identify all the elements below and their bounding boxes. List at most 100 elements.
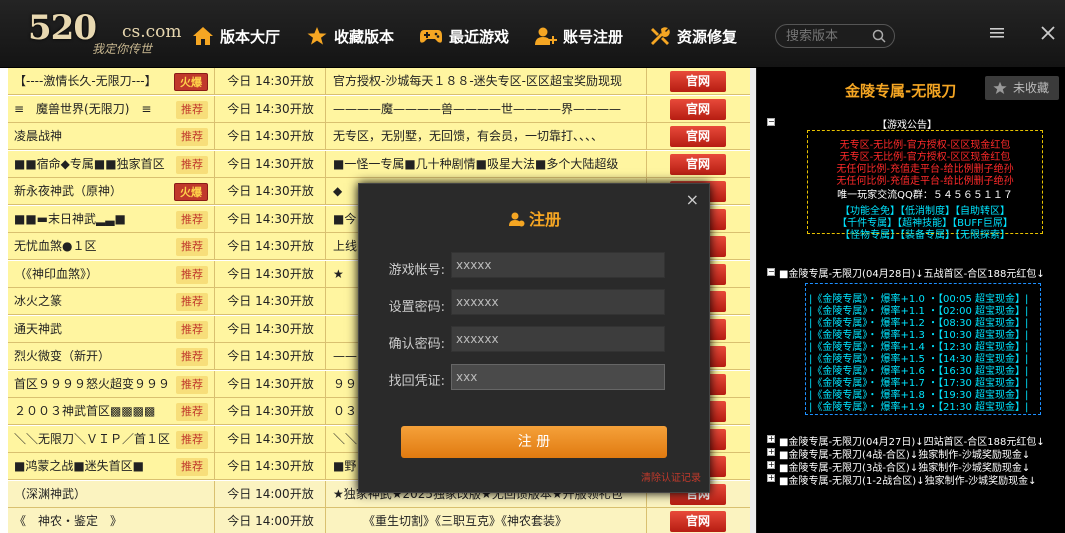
nav-recent-games[interactable]: 最近游戏 — [419, 22, 509, 50]
game-name-text: ≡ 魔兽世界(无限刀) ≡ — [14, 101, 152, 116]
nav-label: 版本大厅 — [220, 27, 281, 46]
game-name[interactable]: 《 神农・鉴定 》 — [8, 508, 215, 533]
open-time: 今日 14:30开放 — [216, 205, 326, 233]
game-name[interactable]: 通天神武 推荐 — [8, 315, 215, 343]
game-name[interactable]: （深渊神武） — [8, 480, 215, 508]
official-site-button[interactable]: 官网 — [670, 126, 726, 147]
expand-toggle[interactable]: + — [767, 474, 775, 482]
game-name[interactable]: 【----激情长久-无限刀---】 火爆 — [8, 68, 215, 95]
nav-version-hall[interactable]: 版本大厅 — [192, 22, 280, 50]
nav-label: 收藏版本 — [334, 27, 395, 46]
recovery-input[interactable] — [451, 364, 665, 390]
table-row[interactable]: 凌晨战神 推荐 今日 14:30开放 无专区，无别墅，无回馈，有会员，一切靠打、、、、… — [8, 123, 750, 150]
game-name-text: 烈火微变（新开） — [14, 349, 111, 363]
register-submit-button[interactable]: 注 册 — [401, 426, 667, 458]
official-site-button[interactable]: 官网 — [670, 511, 726, 532]
game-name[interactable]: ≡ 魔兽世界(无限刀) ≡ 推荐 — [8, 95, 215, 123]
open-time: 今日 14:30开放 — [216, 425, 326, 453]
top-bar: 520 cs.com 我定你传世 版本大厅 收藏版本 最近游戏 账号注册 资源修… — [0, 0, 1065, 68]
game-name[interactable]: （《神印血煞》） 推荐 — [8, 260, 215, 288]
game-name-text: ■■宿命◆专属■■独家首区 — [14, 156, 165, 171]
home-icon — [193, 27, 213, 45]
open-time: 今日 14:00开放 — [216, 508, 326, 533]
game-name[interactable]: ■■▬末日神武▂▃■ 推荐 — [8, 205, 215, 233]
expand-toggle[interactable]: + — [767, 448, 775, 456]
official-site-button[interactable]: 官网 — [670, 153, 726, 175]
clear-auth-link[interactable]: 清除认证记录 — [641, 469, 701, 484]
nav-resource-repair[interactable]: 资源修复 — [649, 22, 737, 50]
nav-register[interactable]: 账号注册 — [535, 22, 623, 50]
detail-panel: 金陵专属-无限刀 未收藏 − 【游戏公告】 无专区-无比例-官方授权-区区现金红… — [757, 68, 1065, 533]
account-input[interactable] — [451, 252, 665, 278]
dialog-title: 注册 — [359, 206, 711, 230]
close-icon[interactable] — [1041, 26, 1055, 40]
game-name-text: 《 神农・鉴定 》 — [14, 514, 123, 528]
table-row[interactable]: 【----激情长久-无限刀---】 火爆 今日 14:30开放 官方授权-沙城每天１８… — [8, 68, 750, 95]
game-name[interactable]: 无忧血煞●１区 推荐 — [8, 233, 215, 260]
tree-item[interactable]: ■金陵专属-无限刀(04月28日)↓五战首区-合区188元红包↓ — [779, 265, 1045, 280]
game-description: 《重生切割》《三职互克》《神农套装》 — [327, 508, 647, 533]
official-site-button[interactable]: 官网 — [670, 71, 726, 92]
game-description: ■一怪一专属■几十种剧情■吸星大法■多个大陆超级 — [327, 150, 647, 178]
search-box — [775, 24, 895, 48]
tree-item[interactable]: ■金陵专属-无限刀(1-2战合区)↓独家制作-沙城奖励现金↓ — [779, 472, 1037, 487]
recommend-badge: 推荐 — [176, 210, 208, 229]
notice-line: 无专区-无比例-官方授权-区区现金红包 — [839, 152, 1011, 163]
table-row[interactable]: ≡ 魔兽世界(无限刀) ≡ 推荐 今日 14:30开放 ————魔————兽————世… — [8, 95, 750, 123]
logo: 520 cs.com 我定你传世 — [22, 6, 182, 62]
recommend-badge: 推荐 — [176, 155, 208, 174]
game-name-text: ２００３神武首区▩▩▩▩ — [14, 404, 156, 418]
tools-icon — [651, 27, 670, 45]
game-name[interactable]: ■■宿命◆专属■■独家首区 推荐 — [8, 150, 215, 178]
feature-line: 【怪物专属】【装备专属】【无限探索】 — [840, 230, 1010, 241]
game-name-text: 【----激情长久-无限刀---】 — [14, 74, 157, 88]
game-name-text: （深渊神武） — [14, 486, 87, 501]
game-name[interactable]: ２００３神武首区▩▩▩▩ 推荐 — [8, 398, 215, 425]
nav-label: 最近游戏 — [449, 27, 510, 46]
recommend-badge: 推荐 — [176, 430, 208, 449]
game-name[interactable]: 烈火微变（新开） 推荐 — [8, 343, 215, 370]
game-name[interactable]: 凌晨战神 推荐 — [8, 123, 215, 150]
recommend-badge: 推荐 — [176, 128, 208, 146]
official-site-button[interactable]: 官网 — [670, 98, 726, 120]
list-scrollbar[interactable] — [750, 68, 756, 533]
game-name-text: 首区９９９９怒火超变９９９ — [14, 376, 171, 391]
account-label: 游戏帐号: — [388, 263, 445, 278]
collapse-toggle[interactable]: − — [767, 268, 775, 276]
open-time: 今日 14:00开放 — [216, 480, 326, 508]
table-row[interactable]: ■■宿命◆专属■■独家首区 推荐 今日 14:30开放 ■一怪一专属■几十种剧情■吸星… — [8, 150, 750, 178]
open-time: 今日 14:30开放 — [216, 178, 326, 205]
recommend-badge: 推荐 — [176, 265, 208, 284]
open-time: 今日 14:30开放 — [216, 260, 326, 288]
notice-line: 无任何比例-充值走平台-给比例删子绝孙 — [836, 164, 1014, 175]
game-name[interactable]: ＼＼无限刀＼ＶＩＰ／首１区 推荐 — [8, 425, 215, 453]
open-time: 今日 14:30开放 — [216, 398, 326, 425]
game-name-text: 新永夜神武（原神） — [14, 184, 123, 198]
dialog-title-text: 注册 — [528, 210, 561, 229]
game-description: 官方授权-沙城每天１８８-迷失专区-区区超宝奖励现现 — [327, 68, 647, 95]
expand-toggle[interactable]: + — [767, 435, 775, 443]
table-row[interactable]: 《 神农・鉴定 》 今日 14:00开放 《重生切割》《三职互克》《神农套装》 官网 — [8, 508, 750, 533]
open-time: 今日 14:30开放 — [216, 288, 326, 315]
game-name-text: ■■▬末日神武▂▃■ — [14, 211, 126, 226]
search-icon[interactable] — [872, 29, 886, 43]
game-name-text: 无忧血煞●１区 — [14, 239, 97, 253]
open-time: 今日 14:30开放 — [216, 233, 326, 260]
search-input[interactable] — [786, 27, 866, 45]
game-name[interactable]: 冰火之篆 推荐 — [8, 288, 215, 315]
hot-badge: 火爆 — [174, 183, 208, 201]
nav-favorites[interactable]: 收藏版本 — [306, 22, 394, 50]
recommend-badge: 推荐 — [176, 238, 208, 256]
collapse-toggle[interactable]: − — [767, 118, 775, 126]
menu-icon[interactable] — [990, 26, 1004, 40]
dialog-close-button[interactable]: × — [686, 190, 699, 209]
register-dialog: 注册 × 游戏帐号: 设置密码: 确认密码: 找回凭证: 注 册 清除认证记录 — [358, 183, 710, 493]
game-description: 无专区，无别墅，无回馈，有会员，一切靠打、、、、 — [327, 123, 647, 150]
game-name[interactable]: 首区９９９９怒火超变９９９ 推荐 — [8, 370, 215, 398]
confirm-password-input[interactable] — [451, 326, 665, 352]
game-name[interactable]: ■鸿蒙之战■迷失首区■ 推荐 — [8, 453, 215, 480]
expand-toggle[interactable]: + — [767, 461, 775, 469]
password-input[interactable] — [451, 289, 665, 315]
game-name[interactable]: 新永夜神武（原神） 火爆 — [8, 178, 215, 205]
favorite-button[interactable]: 未收藏 — [985, 76, 1059, 100]
